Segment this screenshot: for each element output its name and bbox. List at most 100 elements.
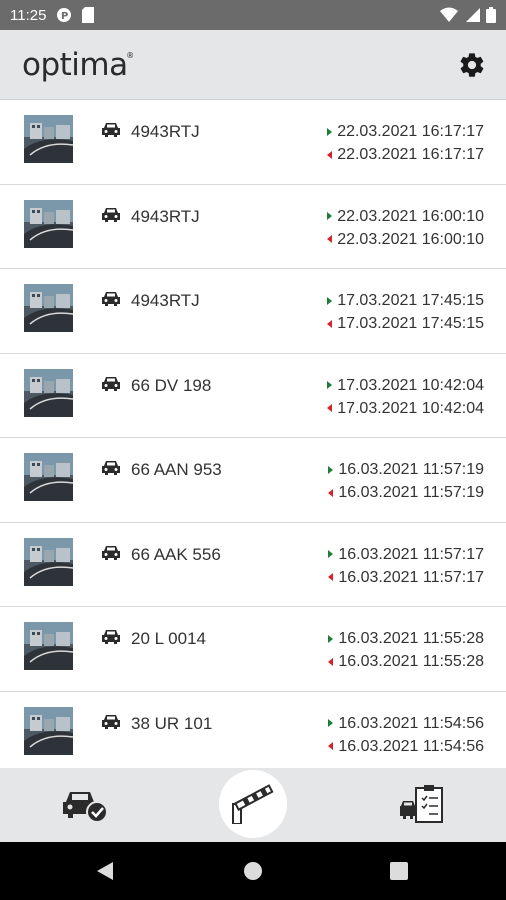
timestamps: 16.03.2021 11:55:28 16.03.2021 11:55:28 bbox=[328, 627, 484, 673]
entry-time: 16.03.2021 11:54:56 bbox=[338, 714, 484, 732]
exit-time-row: 16.03.2021 11:54:56 bbox=[328, 735, 484, 758]
vehicle-photo-thumbnail[interactable] bbox=[24, 537, 73, 586]
timestamps: 17.03.2021 17:45:15 17.03.2021 17:45:15 bbox=[327, 289, 484, 335]
entry-time-row: 16.03.2021 11:57:19 bbox=[328, 458, 484, 481]
entry-time: 17.03.2021 17:45:15 bbox=[337, 292, 484, 309]
entry-arrow-icon bbox=[327, 212, 333, 220]
status-bar: 11:25 P bbox=[0, 0, 506, 30]
timestamps: 16.03.2021 11:57:19 16.03.2021 11:57:19 bbox=[328, 458, 484, 504]
exit-arrow-icon bbox=[327, 150, 333, 159]
exit-arrow-icon bbox=[327, 404, 333, 412]
plate-number: 4943RTJ bbox=[131, 206, 200, 226]
nav-approved-vehicles-button[interactable] bbox=[62, 788, 108, 823]
recent-apps-icon[interactable] bbox=[390, 862, 408, 880]
entry-arrow-icon bbox=[328, 634, 334, 643]
vehicle-photo-thumbnail[interactable] bbox=[24, 115, 73, 163]
exit-time-row: 16.03.2021 11:55:28 bbox=[328, 650, 484, 673]
entry-time: 22.03.2021 16:00:10 bbox=[337, 207, 484, 225]
system-nav-bar bbox=[0, 842, 506, 900]
exit-arrow-icon bbox=[328, 573, 334, 581]
gear-icon bbox=[460, 52, 484, 77]
car-icon bbox=[102, 714, 120, 729]
record-row[interactable]: 66 AAK 556 16.03.2021 11:57:17 16.03.202… bbox=[0, 523, 506, 607]
entry-time-row: 16.03.2021 11:54:56 bbox=[328, 712, 484, 735]
vehicle-report-icon bbox=[400, 785, 443, 823]
barrier-gate-icon bbox=[232, 784, 274, 824]
car-icon bbox=[102, 461, 120, 475]
plate-number: 20 L 0014 bbox=[131, 629, 206, 648]
exit-time: 17.03.2021 17:45:15 bbox=[337, 315, 484, 332]
timestamps: 17.03.2021 10:42:04 17.03.2021 10:42:04 bbox=[327, 374, 484, 420]
entry-time-row: 22.03.2021 16:00:10 bbox=[327, 205, 484, 228]
plate-number: 4943RTJ bbox=[131, 291, 200, 310]
vehicle-photo-thumbnail[interactable] bbox=[24, 199, 73, 248]
vehicle-photo-thumbnail[interactable] bbox=[24, 368, 73, 417]
vehicle-photo-thumbnail[interactable] bbox=[24, 622, 73, 670]
exit-time: 16.03.2021 11:54:56 bbox=[338, 737, 484, 755]
plate-number: 38 UR 101 bbox=[131, 713, 213, 733]
car-icon bbox=[102, 545, 120, 560]
plate-number: 66 AAK 556 bbox=[131, 544, 221, 564]
nav-reports-button[interactable] bbox=[400, 784, 446, 826]
svg-text:P: P bbox=[61, 11, 68, 22]
entry-time: 17.03.2021 10:42:04 bbox=[337, 376, 484, 394]
records-list[interactable]: 4943RTJ 22.03.2021 16:17:17 22.03.2021 1… bbox=[0, 100, 506, 768]
exit-arrow-icon bbox=[327, 319, 333, 328]
timestamps: 16.03.2021 11:57:17 16.03.2021 11:57:17 bbox=[328, 543, 484, 589]
exit-time: 17.03.2021 10:42:04 bbox=[337, 399, 484, 417]
app-header: optima ® bbox=[0, 30, 506, 100]
car-icon bbox=[102, 376, 120, 391]
status-left: 11:25 P bbox=[10, 6, 95, 24]
timestamps: 22.03.2021 16:00:10 22.03.2021 16:00:10 bbox=[327, 205, 484, 251]
logo-registered-mark: ® bbox=[126, 50, 134, 60]
entry-time: 16.03.2021 11:57:19 bbox=[338, 461, 484, 478]
optima-logo: optima ® bbox=[22, 46, 134, 83]
logo-text: optima bbox=[22, 46, 128, 83]
vehicle-photo-thumbnail[interactable] bbox=[24, 453, 73, 501]
entry-arrow-icon bbox=[328, 550, 334, 558]
plate-number: 66 AAN 953 bbox=[131, 460, 222, 479]
nav-barrier-button[interactable] bbox=[219, 770, 287, 838]
status-time: 11:25 bbox=[10, 6, 47, 24]
exit-time: 22.03.2021 16:17:17 bbox=[337, 146, 484, 163]
signal-icon bbox=[466, 8, 480, 22]
entry-time-row: 17.03.2021 17:45:15 bbox=[327, 289, 484, 312]
entry-time-row: 16.03.2021 11:57:17 bbox=[328, 543, 484, 566]
vehicle-photo-thumbnail[interactable] bbox=[24, 706, 73, 755]
exit-arrow-icon bbox=[328, 488, 334, 497]
record-row[interactable]: 66 DV 198 17.03.2021 10:42:04 17.03.2021… bbox=[0, 354, 506, 438]
car-check-icon bbox=[63, 792, 108, 823]
entry-time-row: 16.03.2021 11:55:28 bbox=[328, 627, 484, 650]
exit-arrow-icon bbox=[328, 742, 334, 750]
exit-time-row: 17.03.2021 17:45:15 bbox=[327, 312, 484, 335]
record-row[interactable]: 4943RTJ 17.03.2021 17:45:15 17.03.2021 1… bbox=[0, 269, 506, 354]
plate-number: 4943RTJ bbox=[131, 122, 200, 141]
record-row[interactable]: 20 L 0014 16.03.2021 11:55:28 16.03.2021… bbox=[0, 607, 506, 692]
car-icon bbox=[102, 292, 120, 306]
exit-time-row: 16.03.2021 11:57:17 bbox=[328, 566, 484, 589]
entry-arrow-icon bbox=[328, 719, 334, 727]
record-row[interactable]: 38 UR 101 16.03.2021 11:54:56 16.03.2021… bbox=[0, 692, 506, 769]
entry-time: 16.03.2021 11:55:28 bbox=[338, 630, 484, 647]
back-icon[interactable] bbox=[96, 861, 114, 881]
vehicle-photo-thumbnail[interactable] bbox=[24, 284, 73, 332]
record-row[interactable]: 4943RTJ 22.03.2021 16:17:17 22.03.2021 1… bbox=[0, 100, 506, 185]
plate-number: 66 DV 198 bbox=[131, 375, 212, 395]
settings-button[interactable] bbox=[456, 49, 488, 81]
timestamps: 22.03.2021 16:17:17 22.03.2021 16:17:17 bbox=[327, 120, 484, 166]
entry-time-row: 22.03.2021 16:17:17 bbox=[327, 120, 484, 143]
exit-time-row: 17.03.2021 10:42:04 bbox=[327, 397, 484, 420]
entry-time: 22.03.2021 16:17:17 bbox=[337, 123, 484, 140]
exit-time: 16.03.2021 11:57:19 bbox=[338, 484, 484, 501]
exit-time: 16.03.2021 11:55:28 bbox=[338, 653, 484, 670]
timestamps: 16.03.2021 11:54:56 16.03.2021 11:54:56 bbox=[328, 712, 484, 758]
exit-arrow-icon bbox=[327, 235, 333, 243]
car-icon bbox=[102, 630, 120, 644]
entry-arrow-icon bbox=[327, 381, 333, 389]
exit-arrow-icon bbox=[328, 657, 334, 666]
home-icon[interactable] bbox=[244, 862, 262, 880]
record-row[interactable]: 66 AAN 953 16.03.2021 11:57:19 16.03.202… bbox=[0, 438, 506, 523]
record-row[interactable]: 4943RTJ 22.03.2021 16:00:10 22.03.2021 1… bbox=[0, 185, 506, 269]
exit-time-row: 22.03.2021 16:17:17 bbox=[327, 143, 484, 166]
exit-time-row: 22.03.2021 16:00:10 bbox=[327, 228, 484, 251]
